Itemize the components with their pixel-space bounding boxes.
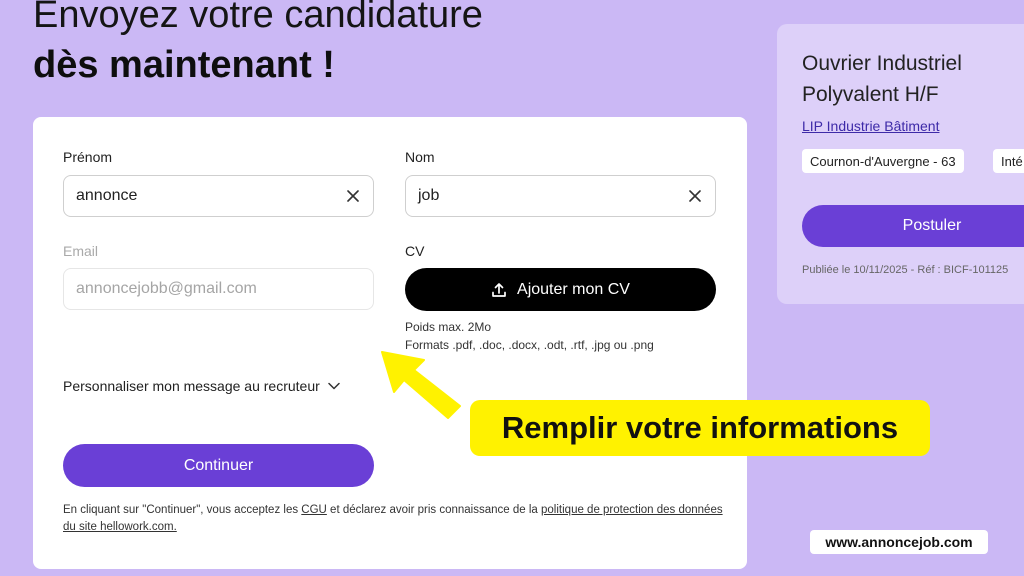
contract-tag: Inté <box>993 149 1024 173</box>
headline-line-1: Envoyez votre candidature <box>33 0 483 36</box>
publication-info: Publiée le 10/11/2025 - Réf : BICF-10112… <box>802 264 1009 276</box>
cv-label: CV <box>405 243 425 259</box>
clear-icon[interactable] <box>345 188 361 204</box>
apply-button[interactable]: Postuler <box>802 205 1024 247</box>
first-name-value: annonce <box>76 187 138 204</box>
personalize-message-toggle[interactable]: Personnaliser mon message au recruteur <box>63 378 340 394</box>
last-name-field[interactable]: job <box>405 175 716 217</box>
company-link[interactable]: LIP Industrie Bâtiment <box>802 118 939 134</box>
cv-size-hint: Poids max. 2Mo <box>405 320 492 334</box>
email-placeholder: annoncejobb@gmail.com <box>76 280 257 297</box>
chevron-down-icon <box>328 382 340 390</box>
email-label: Email <box>63 243 99 259</box>
last-name-label: Nom <box>405 149 435 165</box>
upload-icon <box>492 282 506 297</box>
add-cv-label: Ajouter mon CV <box>517 280 630 298</box>
legal-notice: En cliquant sur "Continuer", vous accept… <box>63 502 723 536</box>
application-form: Prénom annonce Nom job Email annoncejobb… <box>33 117 747 569</box>
personalize-label: Personnaliser mon message au recruteur <box>63 378 320 394</box>
legal-text-1: En cliquant sur "Continuer", vous accept… <box>63 504 302 516</box>
first-name-field[interactable]: annonce <box>63 175 374 217</box>
last-name-value: job <box>418 187 440 204</box>
first-name-label: Prénom <box>63 149 113 165</box>
location-tag: Cournon-d'Auvergne - 63 <box>802 149 964 173</box>
continue-button[interactable]: Continuer <box>63 444 374 487</box>
cgu-link[interactable]: CGU <box>301 504 327 516</box>
arrow-pointer-icon <box>381 351 461 419</box>
email-field[interactable]: annoncejobb@gmail.com <box>63 268 374 310</box>
add-cv-button[interactable]: Ajouter mon CV <box>405 268 716 311</box>
legal-text-2: et déclarez avoir pris connaissance de l… <box>326 504 542 516</box>
instruction-callout: Remplir votre informations <box>470 400 930 456</box>
watermark: www.annoncejob.com <box>810 530 988 554</box>
clear-icon[interactable] <box>687 188 703 204</box>
headline-line-2: dès maintenant ! <box>33 44 335 86</box>
page-headline: Envoyez votre candidature dès maintenant… <box>33 0 483 88</box>
job-title: Ouvrier Industriel Polyvalent H/F <box>802 52 962 106</box>
job-summary-card: Ouvrier Industriel Polyvalent H/F LIP In… <box>777 24 1024 304</box>
